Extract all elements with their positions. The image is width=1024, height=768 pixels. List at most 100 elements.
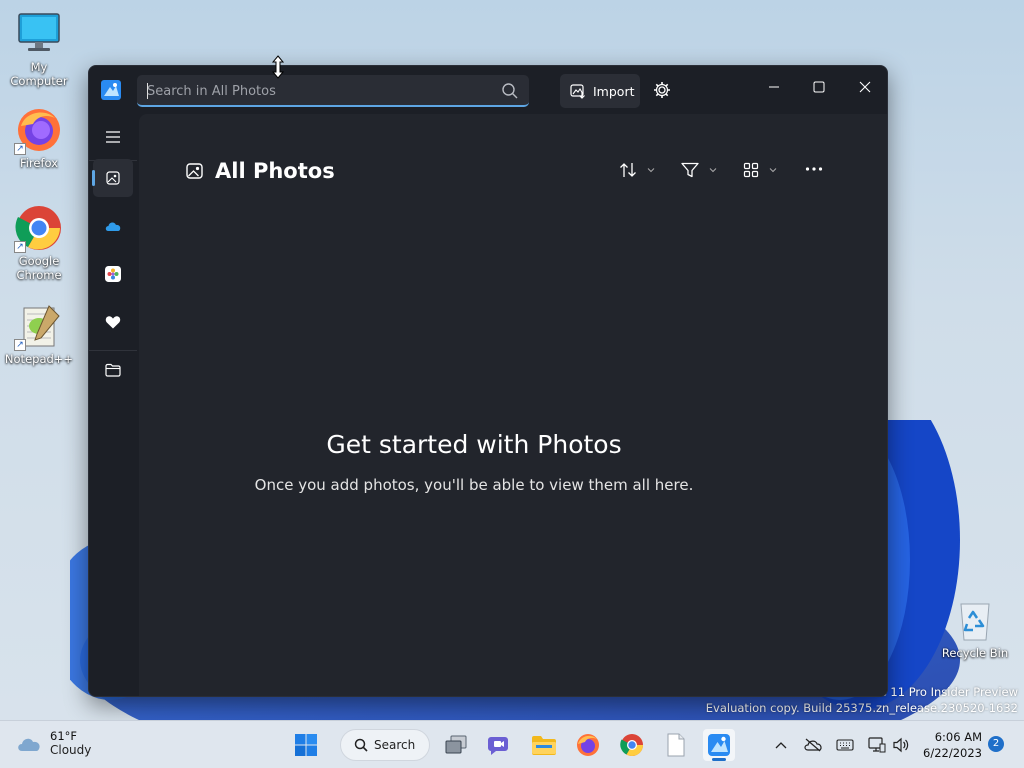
import-button[interactable]: Import	[560, 74, 640, 108]
clock-date: 6/22/2023	[923, 746, 982, 760]
shortcut-arrow-icon: ↗	[14, 143, 26, 155]
network-icon	[868, 737, 886, 753]
chat-icon	[488, 737, 508, 755]
sort-button[interactable]	[619, 162, 655, 178]
clock-time: 6:06 AM	[934, 730, 982, 744]
keyboard-icon	[836, 739, 854, 751]
firefox-icon	[577, 734, 599, 756]
task-view-icon	[445, 735, 467, 754]
chevron-down-icon	[769, 168, 777, 173]
cloud-offline-icon	[804, 738, 822, 752]
page-title: All Photos	[185, 159, 335, 183]
folder-icon	[105, 363, 121, 377]
empty-state-subtitle: Once you add photos, you'll be able to v…	[254, 476, 694, 494]
close-button[interactable]	[842, 72, 887, 102]
watermark-line2: Evaluation copy. Build 25375.zn_release.…	[705, 701, 1018, 715]
desktop-icon-label: Google Chrome	[16, 254, 62, 282]
volume-tray-icon[interactable]	[891, 735, 911, 755]
taskbar-file-explorer[interactable]	[528, 729, 560, 761]
nav-item-all-photos[interactable]	[92, 159, 133, 197]
more-icon	[805, 167, 823, 171]
nav-item-favorites[interactable]	[93, 303, 133, 341]
network-tray-icon[interactable]	[867, 735, 887, 755]
desktop-icon-label: Recycle Bin	[941, 646, 1009, 660]
recycle-bin-icon	[951, 596, 999, 644]
taskbar: 61°F Cloudy Search 6:06 AM 6/22/2023	[0, 720, 1024, 768]
task-view-button[interactable]	[440, 729, 472, 761]
search-input[interactable]	[147, 81, 487, 101]
filter-button[interactable]	[681, 162, 717, 178]
main-content: All Photos Get started with Photos Once …	[139, 114, 887, 696]
settings-icon[interactable]	[653, 81, 671, 99]
weather-condition: Cloudy	[50, 743, 92, 757]
chevron-up-icon	[775, 742, 787, 749]
hamburger-icon	[106, 131, 120, 143]
photos-app-icon	[101, 80, 121, 100]
chevron-down-icon	[647, 168, 655, 173]
search-box[interactable]	[137, 75, 529, 107]
desktop-icon-my-computer[interactable]: My Computer	[1, 10, 77, 88]
import-label: Import	[593, 83, 635, 99]
more-options-button[interactable]	[805, 166, 823, 172]
firefox-icon: ↗	[14, 106, 63, 155]
maximize-button[interactable]	[796, 72, 842, 102]
taskbar-photos[interactable]	[703, 729, 735, 761]
weather-widget[interactable]: 61°F Cloudy	[16, 729, 91, 757]
taskbar-search-button[interactable]: Search	[340, 729, 430, 761]
maximize-icon	[813, 81, 825, 93]
nav-item-icloud-photos[interactable]	[93, 255, 133, 293]
taskbar-search-label: Search	[374, 738, 416, 752]
photo-gallery-icon	[106, 171, 120, 185]
active-app-indicator	[712, 758, 726, 761]
start-button[interactable]	[290, 729, 322, 761]
folder-icon	[532, 736, 556, 755]
close-icon	[859, 81, 871, 93]
windows-logo-icon	[295, 734, 317, 756]
onedrive-tray-icon[interactable]	[803, 735, 823, 755]
desktop-icon-recycle-bin[interactable]: Recycle Bin	[937, 596, 1013, 660]
taskbar-teams-chat[interactable]	[484, 729, 516, 761]
chrome-icon	[620, 734, 643, 756]
minimize-icon	[769, 86, 779, 88]
view-layout-button[interactable]	[743, 162, 777, 178]
cloud-icon	[18, 738, 40, 751]
desktop-icon-label: My Computer	[10, 60, 68, 88]
onedrive-icon	[105, 222, 121, 231]
nav-item-onedrive[interactable]	[93, 207, 133, 245]
desktop-icon-firefox[interactable]: ↗ Firefox	[1, 106, 77, 170]
weather-temperature: 61°F	[50, 729, 77, 743]
photo-gallery-icon	[186, 163, 203, 179]
speaker-icon	[893, 737, 909, 753]
clock[interactable]: 6:06 AM 6/22/2023	[920, 729, 982, 761]
watermark-line1: ws 11 Pro Insider Preview	[871, 685, 1018, 699]
minimize-button[interactable]	[751, 72, 797, 102]
photos-app-icon	[708, 734, 730, 756]
notification-badge[interactable]: 2	[988, 736, 1004, 752]
resize-cursor-icon	[271, 55, 285, 79]
notepad-plus-plus-icon: ↗	[14, 302, 63, 351]
title-bar[interactable]: Import	[89, 66, 887, 114]
keyboard-tray-icon[interactable]	[835, 735, 855, 755]
filter-icon	[681, 162, 699, 178]
import-icon	[570, 84, 585, 99]
desktop-icon-notepadpp[interactable]: ↗ Notepad++	[1, 302, 77, 366]
desktop-icon-chrome[interactable]: ↗ Google Chrome	[1, 204, 77, 282]
nav-item-folders[interactable]	[93, 351, 133, 389]
desktop-icon-label: Notepad++	[4, 352, 74, 366]
search-icon	[354, 738, 368, 752]
desktop-icon-label: Firefox	[19, 156, 59, 170]
taskbar-chrome[interactable]	[616, 729, 648, 761]
chevron-down-icon	[709, 168, 717, 173]
show-hidden-icons-button[interactable]	[771, 735, 791, 755]
taskbar-firefox[interactable]	[572, 729, 604, 761]
heart-icon	[105, 316, 121, 329]
taskbar-notepad[interactable]	[660, 729, 692, 761]
search-icon[interactable]	[501, 82, 519, 100]
page-title-text: All Photos	[215, 159, 335, 183]
sort-icon	[620, 163, 636, 177]
icloud-photos-icon	[105, 266, 121, 282]
nav-rail	[89, 114, 137, 696]
grid-view-icon	[743, 162, 759, 178]
hamburger-menu-button[interactable]	[93, 118, 133, 156]
shortcut-arrow-icon: ↗	[14, 339, 26, 351]
